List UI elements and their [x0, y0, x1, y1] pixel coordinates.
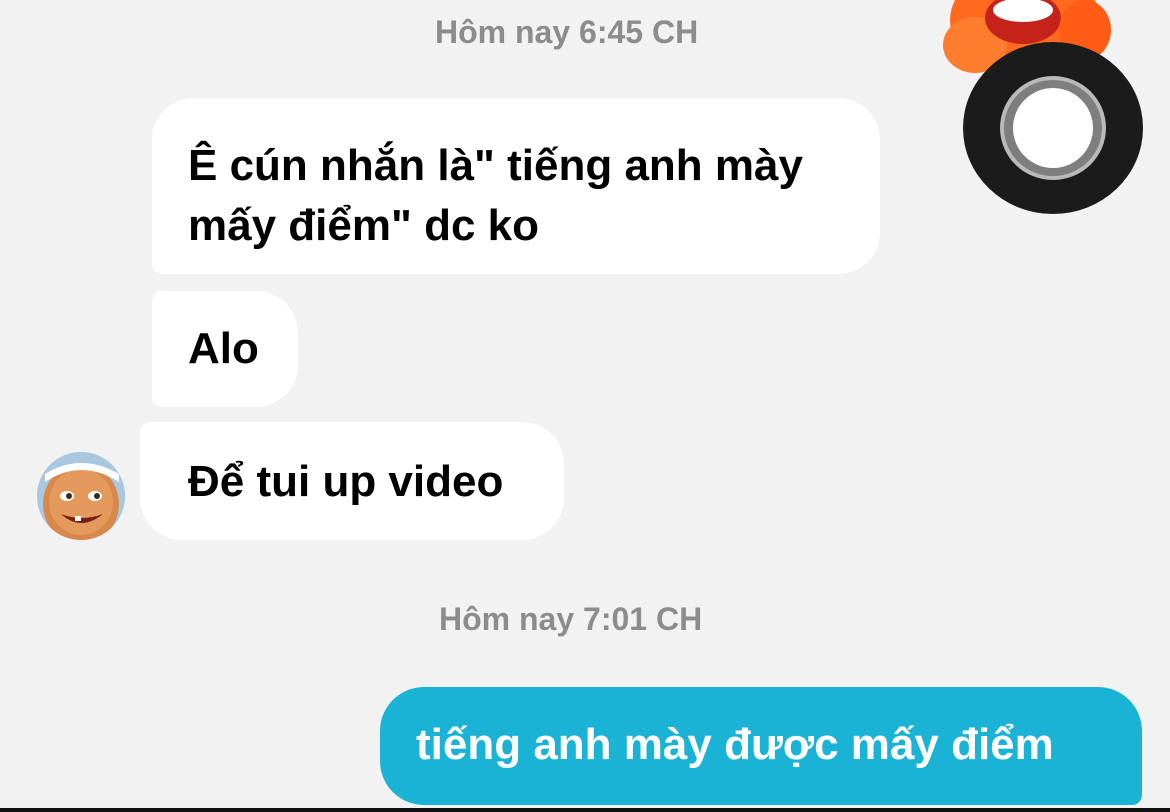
record-ring	[1000, 76, 1106, 180]
timestamp-2: Hôm nay 7:01 CH	[439, 601, 703, 637]
incoming-message[interactable]: Ê cún nhắn là" tiếng anh mày mấy điểm" d…	[152, 98, 880, 274]
cartoon-baby-avatar-icon	[37, 452, 125, 540]
outgoing-message[interactable]: tiếng anh mày được mấy điểm	[380, 687, 1142, 805]
chat-screen: Hôm nay 6:45 CH Ê cún nhắn là" tiếng anh…	[0, 0, 1170, 812]
contact-avatar[interactable]	[37, 452, 125, 540]
record-button[interactable]	[963, 42, 1143, 214]
message-line: Alo	[188, 324, 259, 373]
record-core	[1013, 88, 1093, 168]
message-line: mấy điểm" dc ko	[188, 201, 539, 250]
timestamp-1: Hôm nay 6:45 CH	[435, 14, 699, 50]
incoming-message[interactable]: Để tui up video	[140, 422, 564, 540]
message-line: Ê cún nhắn là" tiếng anh mày	[188, 141, 803, 190]
message-line: tiếng anh mày được mấy điểm	[416, 720, 1054, 769]
bottom-edge-bar	[0, 808, 1170, 812]
message-line: Để tui up video	[188, 457, 504, 506]
incoming-message[interactable]: Alo	[152, 291, 298, 407]
